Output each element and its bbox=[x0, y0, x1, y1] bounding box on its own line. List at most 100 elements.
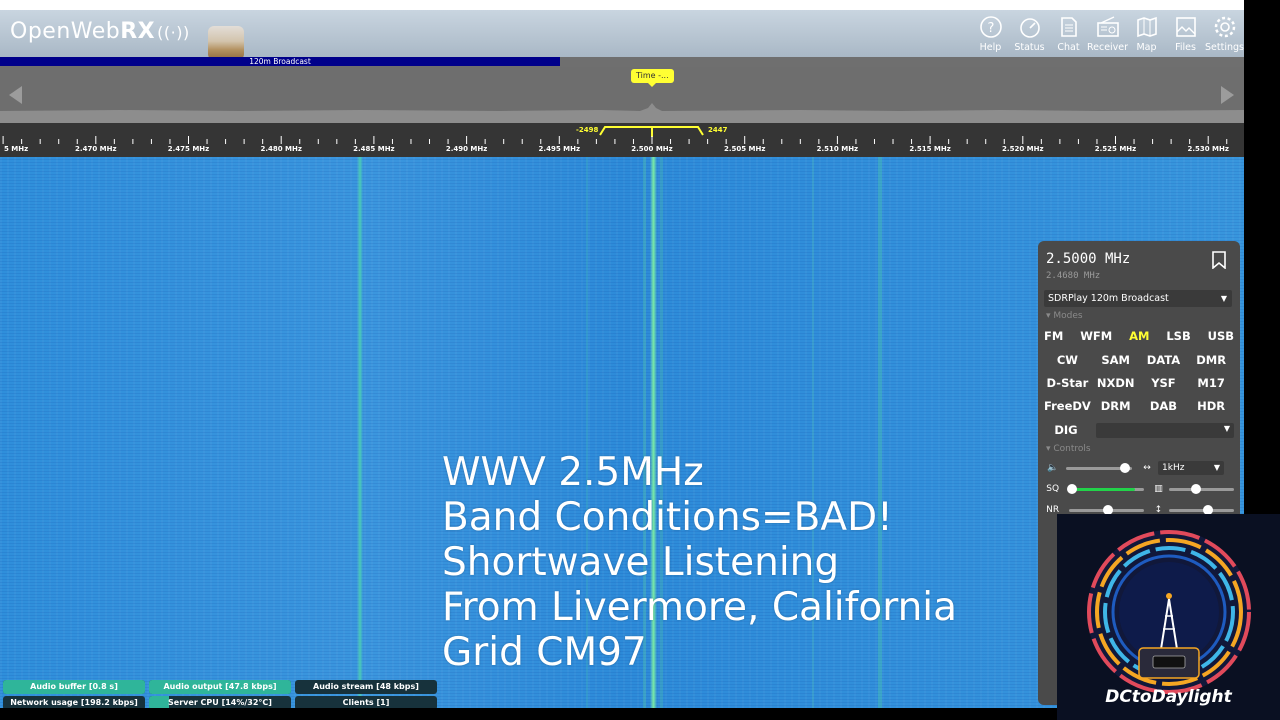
frequency-scale[interactable]: -2498 2447 5 MHz 2.470 MHz 2.475 MHz 2.480… bbox=[0, 123, 1244, 157]
image-icon bbox=[1175, 17, 1196, 37]
scale-label: 2.530 MHz bbox=[1187, 145, 1229, 153]
digital-mode-row: DIG ▼ bbox=[1044, 421, 1234, 440]
scale-label: 2.475 MHz bbox=[167, 145, 210, 153]
caption-line-4: From Livermore, California bbox=[442, 585, 958, 630]
audio-stream-label: Audio stream [48 kbps] bbox=[313, 682, 419, 691]
mode-hdr-button[interactable]: HDR bbox=[1188, 397, 1234, 416]
controls-section-label[interactable]: ▾ Controls bbox=[1046, 444, 1091, 454]
nav-help-button[interactable]: ? Help bbox=[971, 14, 1010, 56]
mode-data-button[interactable]: DATA bbox=[1141, 351, 1187, 370]
waterfall-level-slider[interactable] bbox=[1169, 483, 1234, 494]
spectrum-trace bbox=[0, 103, 1244, 123]
mode-fm-button[interactable]: FM bbox=[1044, 327, 1063, 346]
help-icon: ? bbox=[979, 16, 1002, 38]
nav-settings-button[interactable]: Settings bbox=[1205, 14, 1244, 56]
volume-row: 🔈 ↔ 1kHz ▼ bbox=[1046, 461, 1234, 475]
bandwidth-icon: ↔ bbox=[1143, 463, 1151, 473]
signal-trace-2485 bbox=[357, 157, 363, 709]
audio-buffer-label: Audio buffer [0.8 s] bbox=[30, 682, 118, 691]
nav-map-label: Map bbox=[1136, 42, 1157, 53]
scale-label: 2.505 MHz bbox=[723, 145, 766, 153]
filter-low-label: -2498 bbox=[576, 126, 599, 134]
nav-settings-label: Settings bbox=[1205, 42, 1244, 53]
header-bar: OpenWebRX ((·)) ? Help Status Chat Receiv… bbox=[0, 10, 1244, 60]
bandwidth-value: 1kHz bbox=[1162, 463, 1185, 473]
mode-sam-button[interactable]: SAM bbox=[1093, 351, 1139, 370]
scroll-right-arrow[interactable] bbox=[1221, 86, 1234, 104]
caption-line-1: WWV 2.5MHz bbox=[442, 450, 704, 495]
waterfall-levels-icon: ▥ bbox=[1154, 484, 1163, 494]
mode-dab-button[interactable]: DAB bbox=[1141, 397, 1187, 416]
scale-label: 2.525 MHz bbox=[1094, 145, 1137, 153]
profile-select[interactable]: SDRPlay 120m Broadcast ▼ bbox=[1044, 290, 1232, 307]
chevron-down-icon: ▼ bbox=[1223, 424, 1230, 433]
modes-section-label[interactable]: ▾ Modes bbox=[1046, 311, 1083, 321]
mode-dstar-button[interactable]: D-Star bbox=[1044, 374, 1091, 393]
scale-label: 2.515 MHz bbox=[909, 145, 951, 153]
radio-waves-icon: ((·)) bbox=[157, 23, 190, 42]
audio-output-bar: Audio output [47.8 kbps] bbox=[149, 680, 291, 694]
nav-status-label: Status bbox=[1014, 42, 1045, 53]
speaker-icon[interactable]: 🔈 bbox=[1046, 463, 1060, 473]
scale-label: 2.520 MHz bbox=[1002, 145, 1044, 153]
scale-label: 2.510 MHz bbox=[816, 145, 859, 153]
channel-logo: DCtoDaylight bbox=[1057, 514, 1280, 720]
zoom-slider[interactable] bbox=[1169, 504, 1234, 515]
mode-drm-button[interactable]: DRM bbox=[1093, 397, 1139, 416]
audio-buffer-bar: Audio buffer [0.8 s] bbox=[3, 680, 145, 694]
scale-label: 2.500 MHz bbox=[631, 145, 673, 153]
top-nav: ? Help Status Chat Receiver Map Files Se… bbox=[971, 14, 1244, 56]
mode-dmr-button[interactable]: DMR bbox=[1188, 351, 1234, 370]
squelch-slider[interactable] bbox=[1067, 483, 1144, 494]
svg-text:?: ? bbox=[987, 21, 994, 36]
mode-ysf-button[interactable]: YSF bbox=[1141, 374, 1187, 393]
scale-label: 2.495 MHz bbox=[538, 145, 581, 153]
nav-chat-button[interactable]: Chat bbox=[1049, 14, 1088, 56]
spectrum-display[interactable]: Time -... bbox=[0, 67, 1244, 123]
openwebrx-logo[interactable]: OpenWebRX ((·)) bbox=[10, 19, 190, 44]
scale-label: 2.485 MHz bbox=[353, 145, 395, 153]
audio-output-label: Audio output [47.8 kbps] bbox=[163, 682, 277, 691]
logo-text-rx: RX bbox=[120, 19, 156, 44]
mode-wfm-button[interactable]: WFM bbox=[1080, 327, 1112, 346]
gauge-icon bbox=[1019, 18, 1040, 38]
scroll-left-arrow[interactable] bbox=[9, 86, 22, 104]
nav-map-button[interactable]: Map bbox=[1127, 14, 1166, 56]
nav-files-button[interactable]: Files bbox=[1166, 14, 1205, 56]
mode-lsb-button[interactable]: LSB bbox=[1166, 327, 1190, 346]
map-icon bbox=[1136, 16, 1157, 38]
mode-am-button[interactable]: AM bbox=[1129, 327, 1149, 346]
mode-dig-button[interactable]: DIG bbox=[1044, 421, 1088, 440]
mode-freedv-button[interactable]: FreeDV bbox=[1044, 397, 1091, 416]
band-plan-label: 120m Broadcast bbox=[249, 57, 311, 66]
profile-select-value: SDRPlay 120m Broadcast bbox=[1048, 293, 1169, 304]
mode-usb-button[interactable]: USB bbox=[1208, 327, 1234, 346]
nav-chat-label: Chat bbox=[1057, 42, 1080, 53]
mode-m17-button[interactable]: M17 bbox=[1188, 374, 1234, 393]
digital-mode-select[interactable]: ▼ bbox=[1096, 423, 1234, 438]
brand-name: DCtoDaylight bbox=[1105, 687, 1232, 707]
noise-reduction-slider[interactable] bbox=[1069, 504, 1144, 515]
caption-line-5: Grid CM97 bbox=[442, 630, 647, 675]
bandwidth-select[interactable]: 1kHz ▼ bbox=[1158, 461, 1224, 475]
mode-cw-button[interactable]: CW bbox=[1044, 351, 1091, 370]
frequency-display[interactable]: 2.5000 MHz bbox=[1046, 251, 1130, 267]
chevron-down-icon: ▼ bbox=[1220, 294, 1227, 303]
mode-nxdn-button[interactable]: NXDN bbox=[1093, 374, 1139, 393]
video-caption: WWV 2.5MHz Band Conditions=BAD! Shortwav… bbox=[442, 450, 957, 675]
nav-receiver-button[interactable]: Receiver bbox=[1086, 14, 1129, 56]
time-bookmark-label[interactable]: Time -... bbox=[631, 69, 674, 87]
filter-high-label: 2447 bbox=[708, 126, 728, 134]
scale-label-edge: 5 MHz bbox=[4, 145, 29, 153]
chevron-down-icon: ▼ bbox=[1213, 463, 1220, 472]
nav-status-button[interactable]: Status bbox=[1010, 14, 1049, 56]
volume-slider[interactable] bbox=[1066, 462, 1132, 473]
nav-files-label: Files bbox=[1175, 42, 1196, 53]
band-row: 120m Broadcast bbox=[0, 57, 1244, 67]
nav-help-label: Help bbox=[979, 42, 1002, 53]
modes-row-1: FM WFM AM LSB USB bbox=[1044, 327, 1234, 346]
scale-label: 2.490 MHz bbox=[445, 145, 488, 153]
bookmark-icon[interactable] bbox=[1212, 251, 1226, 269]
nav-receiver-label: Receiver bbox=[1086, 42, 1129, 53]
radio-icon bbox=[1096, 16, 1119, 37]
